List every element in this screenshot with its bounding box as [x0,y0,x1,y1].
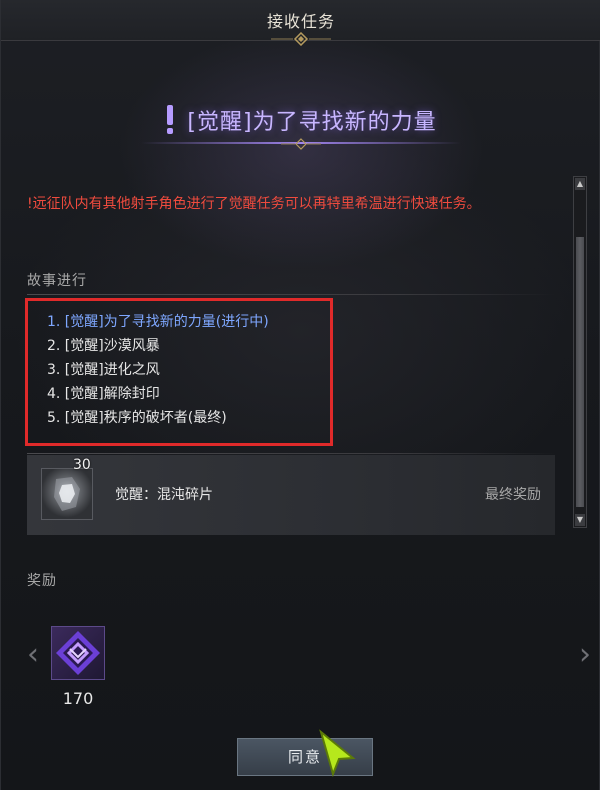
header-ornament-icon [271,32,331,46]
scroll-down-icon[interactable]: ▼ [575,514,585,526]
story-item[interactable]: 1. [觉醒]为了寻找新的力量(进行中) [47,310,269,334]
dialog-title: 接收任务 [266,12,335,31]
reward-divider-top [27,453,555,454]
quest-accept-dialog: 接收任务 [觉醒]为了寻找新的力量 !远征队内有其他射手角色进行了觉醒任务可以再… [0,0,600,790]
warning-text: !远征队内有其他射手角色进行了觉醒任务可以再特里希温进行快速任务。 [27,196,481,212]
scroll-up-icon[interactable]: ▲ [575,178,585,190]
final-reward-tag: 最终奖励 [485,487,541,503]
story-item[interactable]: 4. [觉醒]解除封印 [47,382,269,406]
story-progress-label: 故事进行 [27,273,87,289]
reward-quantity: 170 [62,689,94,708]
chevron-left-icon[interactable]: ‹ [23,640,43,670]
scrollbar[interactable]: ▲ ▼ [573,176,587,528]
scroll-thumb[interactable] [576,237,584,507]
story-divider [27,294,555,295]
story-item[interactable]: 3. [觉醒]进化之风 [47,358,269,382]
quest-title: [觉醒]为了寻找新的力量 [187,110,437,135]
quest-title-row: [觉醒]为了寻找新的力量 [1,100,599,140]
purple-diamond-graphic-icon [56,631,100,675]
crystal-shard-graphic-icon [54,477,80,511]
title-ornament-icon [281,138,321,150]
final-reward-row[interactable]: 30 觉醒：混沌碎片 最终奖励 [27,455,555,535]
chevron-right-icon[interactable]: › [575,640,595,670]
purple-diamond-icon[interactable] [51,626,105,680]
story-item[interactable]: 2. [觉醒]沙漠风暴 [47,334,269,358]
story-item[interactable]: 5. [觉醒]秩序的破坏者(最终) [47,406,269,430]
story-list: 1. [觉醒]为了寻找新的力量(进行中) 2. [觉醒]沙漠风暴 3. [觉醒]… [47,310,269,430]
exclamation-icon [167,105,174,134]
cursor-pointer-icon [319,729,356,778]
reward-name: 觉醒：混沌碎片 [115,487,213,503]
reward-count: 30 [73,457,91,473]
crystal-shard-icon[interactable] [41,468,93,520]
dialog-header: 接收任务 [1,0,600,46]
rewards-label: 奖励 [27,573,57,589]
